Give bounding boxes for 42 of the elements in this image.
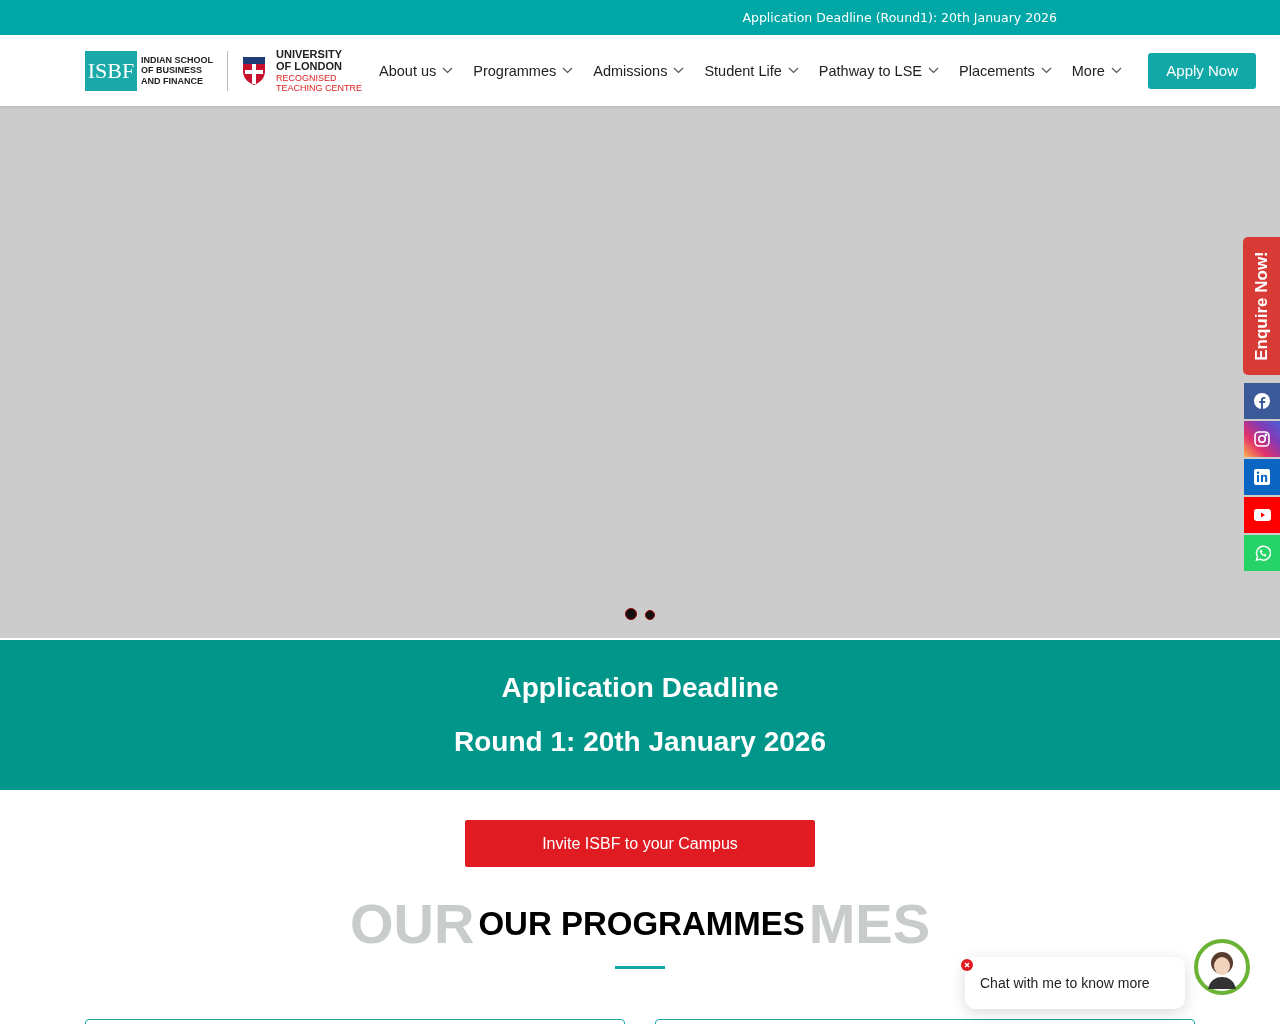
partner-logo-text: UNIVERSITY (276, 47, 343, 61)
section-heading: OUR PROGRAMMES (478, 904, 805, 943)
social-link[interactable] (1244, 459, 1280, 495)
chevron-down-icon (1040, 67, 1052, 74)
nav-item[interactable]: Placements (959, 62, 1052, 79)
chat-avatar-icon[interactable] (1194, 939, 1250, 995)
crest-icon (242, 55, 266, 86)
nav-item[interactable]: About us (379, 62, 454, 79)
chevron-down-icon (787, 67, 799, 74)
slide-dot[interactable] (625, 608, 637, 620)
instagram-icon (1254, 431, 1270, 447)
banner-subtitle: Round 1: 20th January 2026 (454, 726, 826, 758)
partner-logo-text: OF LONDON (276, 60, 343, 73)
youtube-icon (1253, 509, 1271, 521)
logo-text: INDIAN SCHOOL (141, 55, 213, 66)
chevron-down-icon (673, 67, 685, 74)
partner-logo-subtext: TEACHING CENTRE (276, 83, 362, 94)
linkedin-icon (1254, 469, 1270, 485)
chevron-down-icon (562, 67, 574, 74)
nav-item[interactable]: Student Life (704, 62, 799, 79)
enquire-now-button[interactable]: Enquire Now! (1243, 237, 1280, 375)
banner-title: Application Deadline (501, 672, 779, 704)
logo-text: OF BUSINESS (141, 65, 203, 76)
whatsapp-icon (1253, 544, 1271, 562)
nav-item[interactable]: More (1071, 62, 1122, 79)
social-link[interactable] (1244, 383, 1280, 419)
facebook-icon (1254, 393, 1270, 409)
nav-item[interactable]: Programmes (473, 62, 574, 79)
chevron-down-icon (928, 67, 939, 74)
close-icon[interactable] (961, 959, 973, 971)
slide-dot[interactable] (645, 610, 655, 620)
social-link[interactable] (1244, 421, 1280, 457)
invite-button[interactable]: Invite ISBF to your Campus (465, 820, 815, 867)
chevron-down-icon (442, 67, 454, 74)
nav-item[interactable]: Admissions (593, 62, 685, 79)
partner-logo-subtext: RECOGNISED (276, 72, 338, 84)
announcement-text: Application Deadline (Round1): 20th January 2026 (742, 10, 1057, 25)
logo-text: AND FINANCE (141, 75, 204, 86)
social-link[interactable] (1244, 497, 1280, 533)
chat-message: Chat with me to know more (980, 975, 1150, 991)
nav-item[interactable]: Pathway to LSE (818, 62, 939, 79)
chevron-down-icon (1110, 67, 1122, 74)
